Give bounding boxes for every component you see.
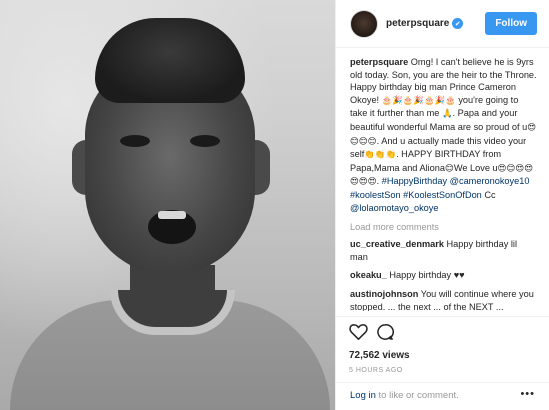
hashtag-happybirthday[interactable]: #HappyBirthday	[382, 176, 447, 186]
comment-item: austinojohnson You will continue where y…	[350, 288, 537, 311]
login-link[interactable]: Log in	[350, 390, 376, 401]
boy-teeth	[158, 211, 186, 219]
action-icons	[349, 323, 537, 343]
hashtag-koolestsonofdon[interactable]: #KoolestSonOfDon	[403, 190, 482, 200]
caption-username[interactable]: peterpsquare	[350, 57, 408, 67]
post-actions: 72,562 views 5 HOURS AGO	[336, 316, 549, 374]
post-header: peterpsquare ✔ Follow	[336, 0, 549, 48]
caption-text-6: We Love u	[453, 162, 498, 173]
post-caption: peterpsquare Omg! I can't believe he is …	[350, 56, 537, 214]
boy-right-eye	[190, 135, 220, 147]
comments-list[interactable]: peterpsquare Omg! I can't believe he is …	[336, 49, 549, 314]
comment-item: uc_creative_denmark Happy birthday lil m…	[350, 238, 537, 263]
heart-icon[interactable]	[349, 323, 368, 343]
comment-item: okeaku_ Happy birthday ♥♥	[350, 269, 537, 282]
mention-cameronokoye10[interactable]: @cameronokoye10	[450, 176, 530, 186]
caption-cc: Cc	[484, 189, 496, 200]
comment-icon[interactable]	[376, 323, 394, 344]
boy-hair	[95, 18, 245, 103]
boy-left-eye	[120, 135, 150, 147]
avatar[interactable]	[350, 9, 378, 38]
blush-emoji-icon: 😊	[445, 163, 454, 174]
more-options-icon[interactable]: •••	[520, 388, 535, 400]
cake-emoji-icon: 🎂🎉🎂🎉🎂🎉🎂	[381, 95, 456, 106]
view-count: 72,562 views	[349, 350, 410, 361]
header-username[interactable]: peterpsquare	[386, 18, 449, 29]
comment-username[interactable]: uc_creative_denmark	[350, 239, 444, 249]
post-timestamp: 5 HOURS AGO	[349, 367, 403, 374]
login-suffix: to like or comment.	[375, 390, 459, 401]
instagram-post: peterpsquare ✔ Follow peterpsquare Omg! …	[0, 0, 549, 410]
comment-text: Happy birthday ♥♥	[389, 270, 465, 281]
login-prompt: Log in to like or comment. •••	[336, 382, 549, 408]
load-more-comments-link[interactable]: Load more comments	[350, 222, 537, 232]
caption-text-7: .	[376, 176, 380, 187]
post-video-frame[interactable]	[0, 0, 335, 410]
comment-username[interactable]: okeaku_	[350, 270, 387, 280]
mention-lolaomotayo-okoye[interactable]: @lolaomotayo_okoye	[350, 203, 439, 213]
comment-username[interactable]: austinojohnson	[350, 289, 418, 299]
clap-emoji-icon: 👏👏👏	[364, 150, 397, 161]
post-side-panel: peterpsquare ✔ Follow peterpsquare Omg! …	[335, 0, 549, 410]
follow-button[interactable]: Follow	[485, 12, 537, 35]
verified-badge-icon: ✔	[452, 18, 464, 29]
hashtag-koolestson[interactable]: #koolestSon	[350, 190, 401, 200]
pray-emoji-icon: 🙏	[441, 109, 453, 120]
